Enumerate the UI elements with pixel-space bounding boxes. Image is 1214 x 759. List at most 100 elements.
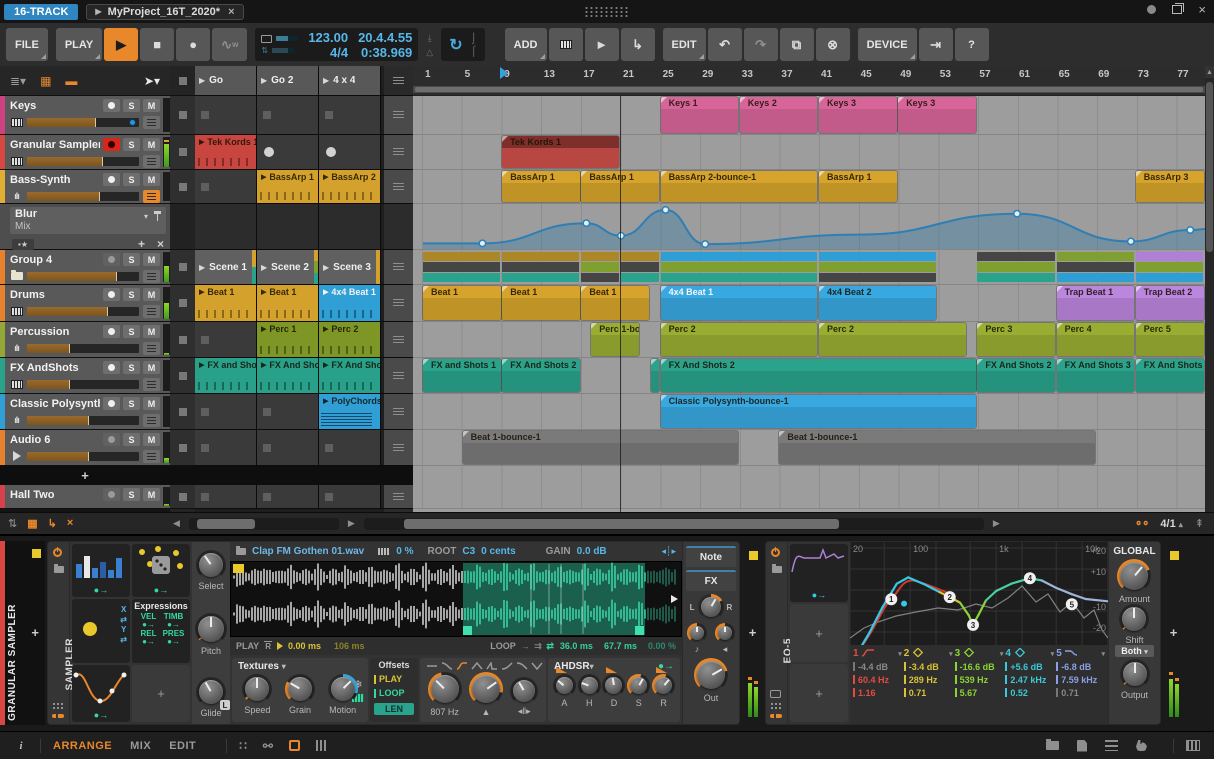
play-start-value[interactable]: 0.00 ms (288, 641, 321, 651)
automation-point[interactable] (582, 219, 591, 228)
editor-panel-icon[interactable] (1186, 740, 1200, 751)
clip-stop-cell[interactable] (170, 285, 195, 322)
insert-device-button[interactable]: ⇥ (918, 28, 953, 61)
remove-lane-button[interactable]: × (157, 237, 164, 251)
eq-band-header[interactable]: 2 ▾ (904, 647, 953, 660)
scene-cell-menu[interactable] (384, 430, 413, 466)
scroll-up-icon[interactable]: ▲ (1205, 66, 1214, 78)
expand-icon[interactable] (52, 702, 63, 710)
eq-band-handle-2[interactable]: 2 (943, 591, 956, 604)
filter-shape-icon-2[interactable] (441, 662, 453, 670)
band-type-icon[interactable] (911, 647, 925, 659)
automation-lane[interactable] (413, 204, 1205, 250)
band-gain-value[interactable]: -4.4 dB (853, 660, 902, 673)
voices-knob[interactable] (715, 623, 735, 643)
reverse-icon[interactable]: R (264, 641, 272, 651)
track-menu-button[interactable] (143, 189, 160, 203)
filter-freq-knob[interactable] (427, 672, 462, 706)
position-display[interactable]: 20.4.4.55 0:38.969 (358, 30, 412, 60)
launcher-grid-toggle-icon[interactable]: ▦ (40, 74, 51, 88)
pin-icon[interactable] (154, 211, 161, 221)
volume-slider[interactable] (27, 191, 139, 201)
arranger-toggle-icon[interactable] (315, 740, 327, 751)
volume-slider[interactable] (27, 117, 139, 127)
pan-knob[interactable] (697, 594, 724, 620)
play-length-value[interactable]: 106 ms (334, 641, 365, 651)
view-tab-mix[interactable]: MIX (130, 740, 151, 752)
env-d-knob[interactable] (602, 674, 626, 697)
add-lane-button[interactable]: + (138, 237, 145, 251)
arranger-clip[interactable]: 4x4 Beat 1 (660, 286, 818, 320)
arranger-clip[interactable]: FX And Shots 3 (1056, 359, 1135, 392)
launcher-cell[interactable] (195, 96, 257, 134)
band-q-value[interactable]: 0.52 (1005, 686, 1054, 699)
link-icon[interactable]: ⚯ (263, 739, 273, 753)
arranger-clip[interactable]: Perc 2 (660, 323, 818, 356)
expression-pres[interactable]: PRES ●→ (161, 629, 186, 646)
solo-button[interactable]: S (123, 433, 140, 446)
mod-route-icon[interactable]: ●→ (94, 711, 108, 720)
eq-band-header[interactable]: 4 ▾ (1005, 647, 1054, 660)
chevron-down-icon[interactable]: ▾ (1101, 650, 1105, 658)
launcher-cell[interactable] (319, 430, 381, 465)
arranger-scroll-right-icon[interactable]: ▶ (990, 518, 1003, 529)
arranger-clip[interactable]: FX and Shots 1 (423, 359, 501, 392)
expression-vel[interactable]: VEL ●→ (136, 612, 161, 629)
eq-band-handle-3[interactable]: 3 (967, 618, 980, 631)
modulators-icon[interactable] (770, 714, 782, 718)
track-header-keys[interactable]: Keys S M (0, 96, 170, 135)
arranger-track-lane[interactable]: Keys 1 Keys 2 Keys 3 Keys 3 (413, 96, 1205, 135)
insert-scene-icon[interactable]: ↳ (48, 517, 57, 530)
chevron-down-icon[interactable]: ▾ (898, 650, 902, 658)
band-gain-value[interactable]: -3.4 dB (903, 660, 953, 673)
solo-button[interactable]: S (123, 325, 140, 338)
help-button[interactable]: ? (954, 28, 989, 61)
sample-waveform[interactable] (230, 561, 682, 637)
eq-spectrum-display[interactable]: 1 2 3 4 5 20 100 1k 10k +20 +10 -10 -20 (848, 542, 1110, 667)
mute-button[interactable]: M (143, 253, 160, 266)
preset-folder-icon[interactable] (772, 564, 782, 573)
solo-button[interactable]: S (123, 99, 140, 112)
solo-button[interactable]: S (123, 173, 140, 186)
loop-fade-value[interactable]: 0.00 % (648, 641, 676, 651)
scene-menu-icon[interactable] (393, 76, 404, 85)
launcher-cell[interactable]: ▶FX and Sho… (195, 358, 257, 393)
keytrack-value[interactable]: 0 % (396, 546, 413, 557)
mute-button[interactable]: M (143, 361, 160, 374)
track-menu-button[interactable] (143, 115, 160, 129)
textures-mode-select[interactable]: Textures ▾ (232, 658, 368, 672)
env-s-knob[interactable] (627, 674, 651, 697)
pitch-knob[interactable] (195, 612, 227, 645)
offset-play[interactable]: PLAY (374, 674, 414, 684)
track-chip[interactable] (32, 549, 41, 558)
arranger-clip[interactable]: Beat 1 (581, 286, 650, 320)
sample-name[interactable]: Clap FM Gothen 01.wav (252, 546, 364, 557)
playhead[interactable] (620, 96, 621, 512)
arranger-track-lane[interactable] (413, 250, 1205, 285)
band-freq-value[interactable]: 289 Hz (903, 673, 953, 686)
arranger-track-lane[interactable]: Beat 1 Beat 1 Beat 1 4x4 Beat 1 4x4 Beat 2 Tr… (413, 285, 1205, 322)
expand-icon[interactable] (770, 702, 781, 710)
track-header-audio-6[interactable]: Audio 6 SM (0, 430, 170, 466)
volume-slider[interactable] (27, 415, 139, 425)
steps-modulator[interactable]: ●→ (72, 544, 130, 598)
launcher-cell[interactable]: ▶ Perc 1 (257, 322, 319, 357)
automation-point[interactable] (701, 240, 710, 249)
scene-header-3[interactable]: ▶ 4 x 4 (319, 66, 381, 95)
record-arm-button[interactable] (103, 397, 120, 410)
record-arm-button[interactable] (103, 173, 120, 186)
band-type-icon[interactable] (1013, 647, 1027, 659)
mute-button[interactable]: M (143, 99, 160, 112)
loop-start-value[interactable]: 36.0 ms (560, 641, 593, 651)
clip-stop-cell[interactable] (170, 430, 195, 466)
output-knob[interactable] (1119, 659, 1150, 689)
filter-keytrack-knob[interactable] (510, 677, 539, 705)
add-device-button[interactable]: + (749, 625, 757, 640)
launcher-cell[interactable] (257, 135, 319, 169)
arranger-clip[interactable]: BassArp 2-bounce-1 (660, 171, 818, 202)
arranger-scrollbar[interactable] (363, 517, 984, 530)
edit-menu-button[interactable]: EDIT (662, 28, 706, 61)
gain-value[interactable]: 0.0 dB (577, 546, 607, 557)
arranger-clip[interactable]: Keys 3 (819, 97, 897, 133)
launcher-cell[interactable]: ▶ Beat 1 (257, 285, 319, 321)
